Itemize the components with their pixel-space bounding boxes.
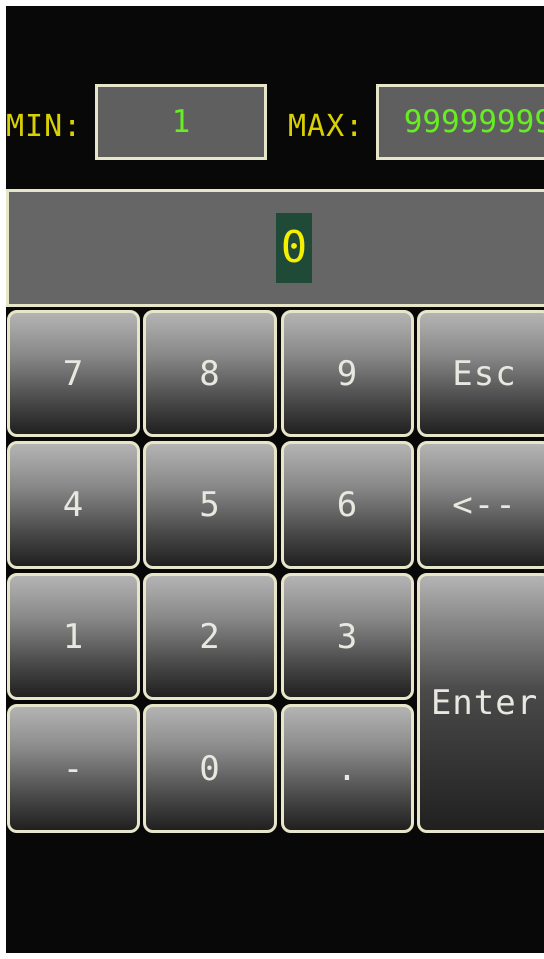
max-value-field: 99999999	[376, 84, 544, 160]
key-4-button[interactable]: 4	[7, 441, 140, 569]
numeric-keypad-screen: MIN: 1 MAX: 99999999 0 7 8 9 Esc 4 5 6 <…	[6, 6, 544, 953]
key-5-button[interactable]: 5	[143, 441, 277, 569]
escape-button[interactable]: Esc	[417, 310, 544, 437]
max-value: 99999999	[403, 104, 544, 140]
max-label: MAX:	[288, 109, 365, 144]
key-0-button[interactable]: 0	[143, 704, 277, 833]
key-9-button[interactable]: 9	[281, 310, 414, 437]
minus-button[interactable]: -	[7, 704, 140, 833]
key-2-button[interactable]: 2	[143, 573, 277, 700]
min-value-field: 1	[95, 84, 267, 160]
min-label: MIN:	[6, 109, 83, 144]
key-6-button[interactable]: 6	[281, 441, 414, 569]
entry-display: 0	[6, 189, 544, 307]
entry-value: 0	[276, 213, 312, 283]
key-3-button[interactable]: 3	[281, 573, 414, 700]
enter-button[interactable]: Enter	[417, 573, 544, 833]
key-1-button[interactable]: 1	[7, 573, 140, 700]
min-value: 1	[171, 104, 191, 140]
backspace-button[interactable]: <--	[417, 441, 544, 569]
key-7-button[interactable]: 7	[7, 310, 140, 437]
decimal-point-button[interactable]: .	[281, 704, 414, 833]
key-8-button[interactable]: 8	[143, 310, 277, 437]
